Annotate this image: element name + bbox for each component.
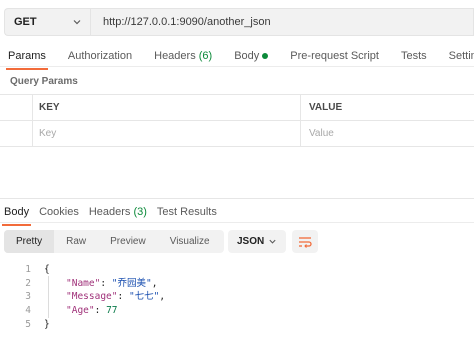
query-params-table: KEY VALUE Key Value [0,94,474,147]
body-indicator-dot [262,53,269,60]
close-brace: } [44,318,50,330]
wrap-lines-button[interactable] [292,230,318,253]
indent-guide [48,276,49,318]
url-text: http://127.0.0.1:9090/another_json [103,16,271,28]
tab-body[interactable]: Body [234,50,269,62]
method-select[interactable]: GET [4,8,90,36]
json-key: "Message" [66,291,118,303]
method-label: GET [14,16,37,28]
headers-count: (6) [198,50,213,62]
response-tab-body[interactable]: Body [1,206,32,226]
response-tab-headers[interactable]: Headers (3) [89,206,147,218]
json-value: 77 [106,305,118,317]
json-value: "乔园美" [111,277,152,289]
row-checkbox-cell [0,121,33,146]
query-params-title: Query Params [10,76,78,87]
format-pretty-button[interactable]: Pretty [4,230,55,253]
param-key-input[interactable]: Key [33,121,301,146]
format-raw-button[interactable]: Raw [54,230,98,253]
chevron-down-icon [269,239,276,244]
response-tab-divider [0,222,474,223]
line-number: 5 [25,318,31,330]
line-number: 2 [25,277,31,289]
response-tabs: Body Cookies Headers (3) Test Results [1,206,227,226]
response-tab-test-results[interactable]: Test Results [157,206,217,218]
tab-headers[interactable]: Headers (6) [154,50,212,62]
value-column-header: VALUE [309,102,343,113]
response-tab-cookies[interactable]: Cookies [39,206,79,218]
json-value: "七七" [128,291,160,303]
format-visualize-button[interactable]: Visualize [158,230,222,253]
tab-tests[interactable]: Tests [401,50,427,62]
wrap-lines-icon [299,236,312,248]
tab-pre-request-script[interactable]: Pre-request Script [290,50,379,62]
line-number: 3 [25,291,31,303]
open-brace: { [44,264,50,275]
request-tabs: Params Authorization Headers (6) Body Pr… [6,50,474,70]
response-headers-count: (3) [133,206,147,218]
json-key: "Age" [66,305,95,317]
json-key: "Name" [66,277,101,289]
tab-divider [0,66,474,67]
response-divider[interactable] [0,198,474,199]
language-select[interactable]: JSON [228,230,286,253]
checkbox-column-header [0,95,33,120]
line-number: 4 [25,305,31,317]
tab-settings[interactable]: Settings [449,50,474,62]
table-header-row: KEY VALUE [0,94,474,120]
url-input[interactable]: http://127.0.0.1:9090/another_json [90,8,474,36]
format-toggle-group: Pretty Raw Preview Visualize [4,230,224,253]
key-column-header: KEY [33,95,301,120]
format-preview-button[interactable]: Preview [98,230,158,253]
tab-authorization[interactable]: Authorization [68,50,132,62]
table-row: Key Value [0,120,474,147]
param-value-input[interactable]: Value [302,121,474,146]
chevron-down-icon [73,20,81,25]
language-label: JSON [237,236,265,247]
line-number: 1 [25,264,31,275]
tab-params[interactable]: Params [6,50,48,70]
